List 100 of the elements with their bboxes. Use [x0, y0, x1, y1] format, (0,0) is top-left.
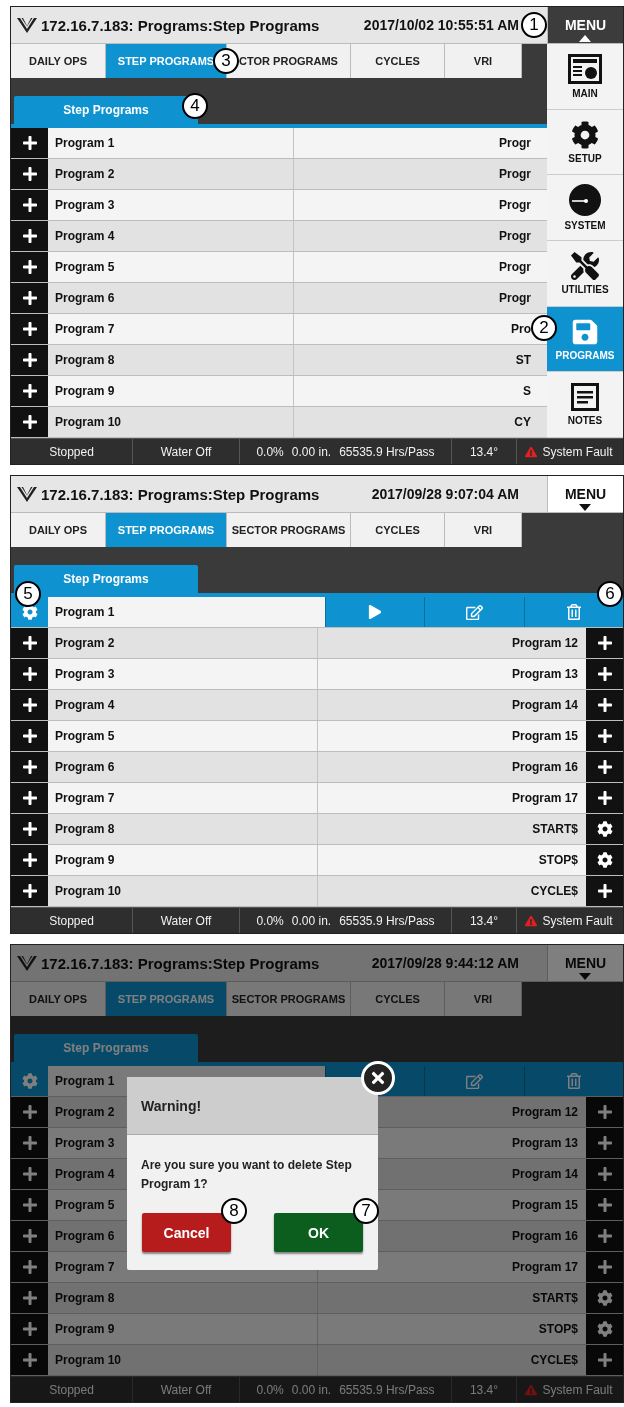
plus-icon	[21, 1166, 38, 1182]
settings-icon	[571, 120, 599, 149]
plus-icon	[21, 666, 38, 682]
program-name: Program 4	[48, 221, 293, 251]
tab[interactable]: SECTOR PROGRAMS	[227, 513, 351, 547]
plus-icon	[596, 759, 613, 775]
caret-icon	[579, 35, 591, 42]
add-button[interactable]	[11, 752, 48, 782]
plus-icon	[21, 1228, 38, 1244]
add-button[interactable]	[11, 345, 48, 375]
logo-icon	[17, 486, 37, 502]
close-icon	[369, 1069, 387, 1087]
tab[interactable]: VRI	[445, 982, 522, 1016]
menu-button[interactable]: MENU	[547, 945, 623, 981]
add-button[interactable]	[11, 314, 48, 344]
plus-icon	[596, 1352, 613, 1368]
add-button[interactable]	[586, 752, 623, 782]
add-button[interactable]	[11, 783, 48, 813]
program-name: Program 17	[316, 783, 586, 813]
program-name: Program 9	[48, 376, 293, 406]
add-button[interactable]	[11, 814, 48, 844]
add-button[interactable]	[11, 690, 48, 720]
status-text: 0.00 in.	[291, 444, 332, 459]
gear-icon	[21, 604, 38, 620]
add-button[interactable]	[586, 721, 623, 751]
cancel-button[interactable]: Cancel	[142, 1213, 231, 1253]
date-time: 2017/09/28 9:44:12 AM	[371, 955, 519, 971]
status-text: 65535.9 Hrs/Pass	[339, 913, 435, 928]
program-name: Program 10	[48, 876, 317, 906]
program-name: CY	[293, 407, 547, 437]
delete-button[interactable]	[523, 597, 623, 627]
add-button[interactable]	[11, 876, 48, 906]
trash-icon	[565, 1073, 582, 1089]
gear-icon	[21, 1073, 38, 1089]
plus-icon	[21, 321, 38, 337]
date-time: 2017/09/28 9:07:04 AM	[371, 486, 519, 502]
add-button[interactable]	[11, 159, 48, 189]
add-button[interactable]	[586, 876, 623, 906]
program-name: Program 8	[48, 814, 317, 844]
status-text: System Fault	[542, 444, 613, 459]
plus-icon	[21, 1259, 38, 1275]
plus-icon	[21, 1290, 38, 1306]
add-button[interactable]	[11, 407, 48, 437]
play-icon	[367, 605, 382, 619]
plus-icon	[596, 635, 613, 651]
status-text: 0.00 in.	[291, 1382, 332, 1397]
tab[interactable]: DAILY OPS	[11, 513, 106, 547]
add-button[interactable]	[11, 721, 48, 751]
add-button[interactable]	[586, 690, 623, 720]
program-name: Program 9	[48, 845, 317, 875]
callout-number: 8	[221, 1198, 247, 1225]
program-name: Program 4	[48, 690, 317, 720]
tab[interactable]: CYCLES	[351, 44, 445, 78]
callout-number: 4	[182, 93, 208, 119]
program-name: S	[293, 376, 547, 406]
tab[interactable]: VRI	[445, 44, 522, 78]
tab[interactable]: CYCLES	[351, 982, 445, 1016]
status-text: 65535.9 Hrs/Pass	[339, 1382, 435, 1397]
add-button[interactable]	[11, 252, 48, 282]
tab[interactable]: VRI	[445, 513, 522, 547]
status-text: Water Off	[160, 913, 212, 928]
plus-icon	[596, 790, 613, 806]
program-name: START$	[316, 1283, 586, 1313]
add-button[interactable]	[11, 283, 48, 313]
tab[interactable]: CYCLES	[351, 513, 445, 547]
menu-button[interactable]: MENU	[547, 476, 623, 512]
program-name: Progr	[293, 221, 547, 251]
plus-icon	[21, 228, 38, 244]
add-button[interactable]	[586, 659, 623, 689]
plus-icon	[596, 728, 613, 744]
tab[interactable]: DAILY OPS	[11, 44, 106, 78]
tab[interactable]: SECTOR PROGRAMS	[227, 982, 351, 1016]
program-name: Program 9	[48, 1314, 317, 1344]
status-text: Water Off	[160, 1382, 212, 1397]
add-button[interactable]	[11, 659, 48, 689]
add-button[interactable]	[586, 628, 623, 658]
tab[interactable]: DAILY OPS	[11, 982, 106, 1016]
settings-button[interactable]	[586, 845, 623, 875]
tools-icon	[571, 251, 599, 280]
ok-button[interactable]: OK	[274, 1213, 363, 1253]
gear-icon	[596, 1290, 613, 1306]
add-button[interactable]	[11, 845, 48, 875]
settings-button[interactable]	[586, 814, 623, 844]
plus-icon	[596, 1135, 613, 1151]
add-button[interactable]	[586, 783, 623, 813]
edit-icon	[465, 1072, 483, 1090]
program-name: Program 2	[48, 159, 293, 189]
add-button[interactable]	[11, 190, 48, 220]
plus-icon	[21, 166, 38, 182]
program-name: Program 6	[48, 283, 293, 313]
program-name: Program 2	[48, 628, 317, 658]
plus-icon	[21, 1321, 38, 1337]
program-name: STOP$	[316, 845, 586, 875]
add-button[interactable]	[11, 128, 48, 158]
add-button[interactable]	[11, 376, 48, 406]
add-button[interactable]	[11, 628, 48, 658]
program-name: Program 1	[48, 128, 293, 158]
status-text: 0.0%	[256, 444, 284, 459]
add-button[interactable]	[11, 221, 48, 251]
menu-button[interactable]: MENU	[547, 7, 623, 43]
